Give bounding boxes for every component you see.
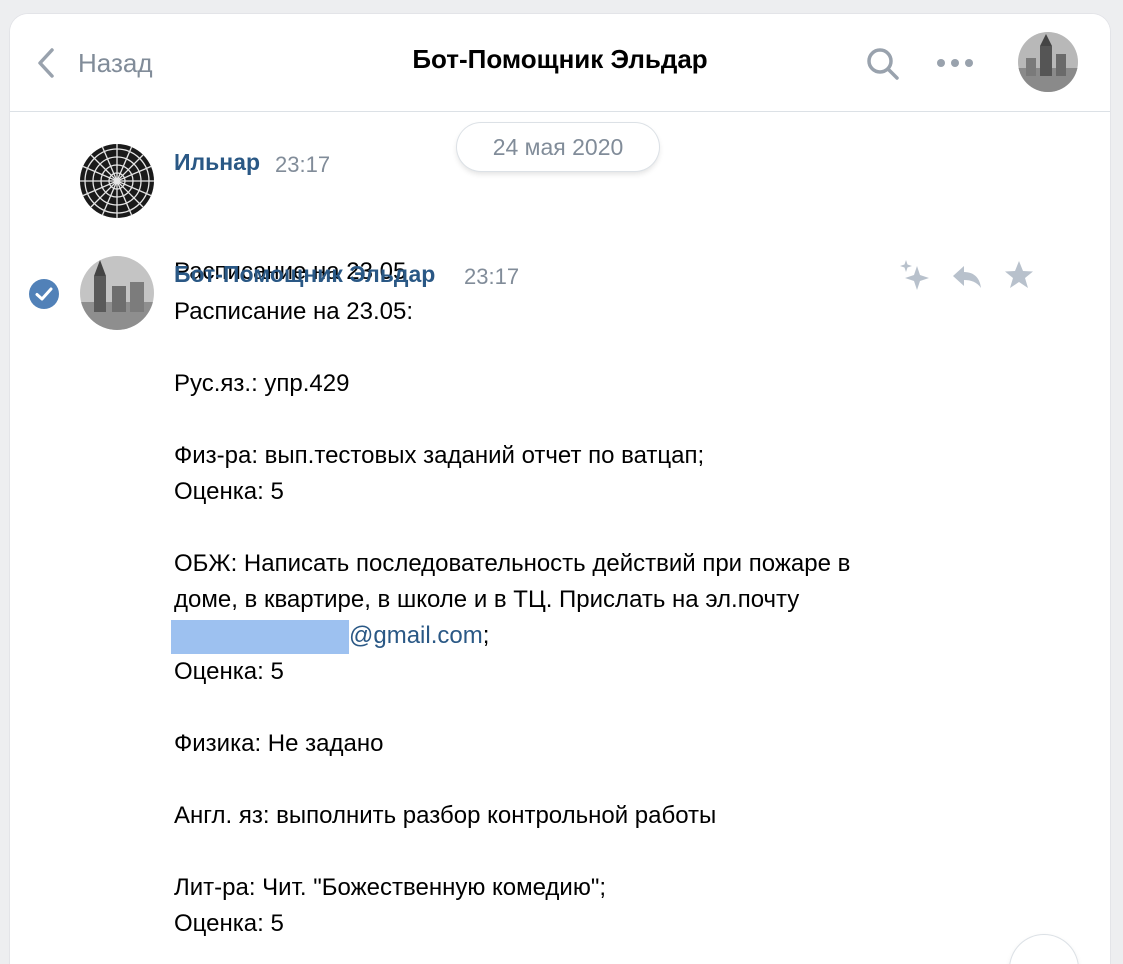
message-line bbox=[174, 510, 954, 546]
message-line bbox=[174, 690, 954, 726]
message-line: ОБЖ: Написать последовательность действи… bbox=[174, 550, 851, 577]
message-author[interactable]: Ильнар bbox=[174, 149, 260, 176]
reply-icon bbox=[953, 266, 981, 288]
message-line bbox=[174, 402, 954, 438]
message-text: Расписание на 23.05: Рус.яз.: упр.429 Физ-… bbox=[171, 294, 954, 942]
date-separator: 24 мая 2020 bbox=[457, 123, 659, 171]
message-line: Оценка: 5 bbox=[174, 478, 284, 505]
message-line: Расписание на 23.05: bbox=[174, 298, 413, 325]
more-horizontal-icon bbox=[937, 59, 945, 67]
favorite-button[interactable] bbox=[1002, 258, 1036, 297]
chat-avatar-image bbox=[1018, 32, 1078, 92]
sparkles-icon bbox=[900, 260, 929, 290]
avatar[interactable] bbox=[80, 144, 154, 218]
message-line bbox=[174, 762, 954, 798]
email-link[interactable]: @gmail.com bbox=[349, 622, 483, 649]
email-suffix: ; bbox=[482, 622, 490, 649]
message-line: Оценка: 5 bbox=[174, 910, 284, 937]
search-icon bbox=[867, 48, 899, 80]
reply-button[interactable] bbox=[950, 258, 984, 297]
star-icon bbox=[1005, 261, 1033, 288]
ai-button[interactable] bbox=[898, 258, 932, 297]
message-line: Англ. яз: выполнить разбор контрольной р… bbox=[174, 802, 717, 829]
message-line: Физ-ра: вып.тестовых заданий отчет по ва… bbox=[174, 442, 705, 469]
chat-avatar[interactable] bbox=[1018, 32, 1078, 92]
redacted-block bbox=[171, 619, 349, 654]
avatar-image bbox=[80, 256, 154, 330]
message-author[interactable]: Бот-Помощник Эльдар bbox=[174, 261, 435, 288]
message-line: Физика: Не задано bbox=[174, 730, 384, 757]
more-horizontal-icon bbox=[951, 59, 959, 67]
message-line: доме, в квартире, в школе и в ТЦ. Присла… bbox=[174, 586, 800, 613]
message-line: Оценка: 5 bbox=[174, 658, 284, 685]
message-actions bbox=[898, 258, 1036, 297]
more-button[interactable] bbox=[937, 59, 973, 67]
chat-window: Назад Бот-Помощник Эльдар 24 мая 2020 Ил… bbox=[10, 14, 1110, 964]
message-line: Лит-ра: Чит. "Божественную комедию"; bbox=[174, 874, 607, 901]
message-time: 23:17 bbox=[275, 152, 331, 177]
message-line: Рус.яз.: упр.429 bbox=[174, 370, 350, 397]
email-line: @gmail.com; bbox=[171, 618, 954, 654]
search-button[interactable] bbox=[865, 46, 901, 87]
message-line bbox=[174, 330, 954, 366]
check-circle-icon bbox=[29, 279, 59, 309]
more-horizontal-icon bbox=[965, 59, 973, 67]
message-time: 23:17 bbox=[464, 264, 520, 289]
selected-check[interactable] bbox=[28, 278, 60, 315]
message-line bbox=[174, 834, 954, 870]
chat-header: Назад Бот-Помощник Эльдар bbox=[10, 14, 1110, 112]
avatar[interactable] bbox=[80, 256, 154, 330]
avatar-image bbox=[80, 144, 154, 218]
